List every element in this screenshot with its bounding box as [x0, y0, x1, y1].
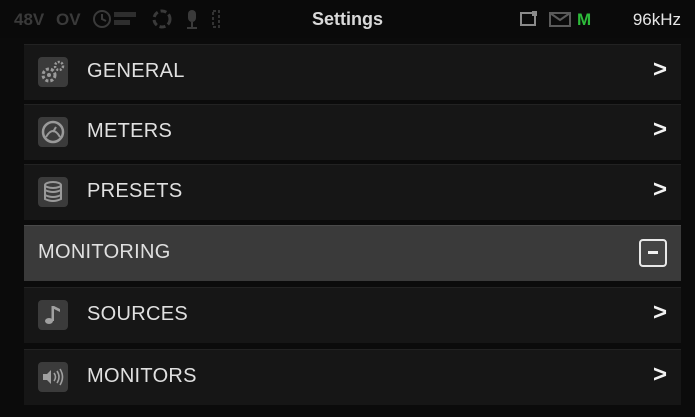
collapse-minus-button[interactable]	[639, 239, 667, 267]
database-icon	[38, 177, 68, 207]
speaker-icon	[38, 362, 68, 392]
menu-item-presets[interactable]: PRESETS >	[24, 164, 681, 220]
menu-item-monitoring[interactable]: MONITORING	[24, 225, 681, 281]
music-note-icon	[38, 300, 68, 330]
menu-item-label: SOURCES	[87, 303, 189, 325]
chevron-right-icon: >	[652, 299, 667, 326]
sample-rate: 96kHz	[632, 10, 681, 29]
mail-icon	[548, 8, 572, 35]
menu-item-label: MONITORS	[87, 365, 197, 387]
device-screen: 48V OV Settings M 96kHz GENERAL > METERS…	[0, 0, 695, 417]
menu-item-label: METERS	[87, 120, 173, 142]
menu-item-meters[interactable]: METERS >	[24, 104, 681, 160]
card-icon	[518, 8, 540, 35]
menu-item-label: PRESETS	[87, 180, 183, 202]
chevron-right-icon: >	[652, 116, 667, 143]
minus-icon	[648, 251, 658, 254]
chevron-right-icon: >	[652, 56, 667, 83]
meter-gauge-icon	[38, 117, 68, 147]
menu-item-monitors[interactable]: MONITORS >	[24, 349, 681, 405]
gears-icon	[38, 57, 68, 87]
meter-mode-indicator: M	[577, 10, 592, 29]
menu-item-general[interactable]: GENERAL >	[24, 44, 681, 100]
status-bar: 48V OV Settings M 96kHz	[0, 0, 695, 38]
chevron-right-icon: >	[652, 176, 667, 203]
menu-item-label: GENERAL	[87, 60, 185, 82]
menu-item-sources[interactable]: SOURCES >	[24, 287, 681, 343]
chevron-right-icon: >	[652, 361, 667, 388]
menu-item-label: MONITORING	[38, 241, 171, 263]
